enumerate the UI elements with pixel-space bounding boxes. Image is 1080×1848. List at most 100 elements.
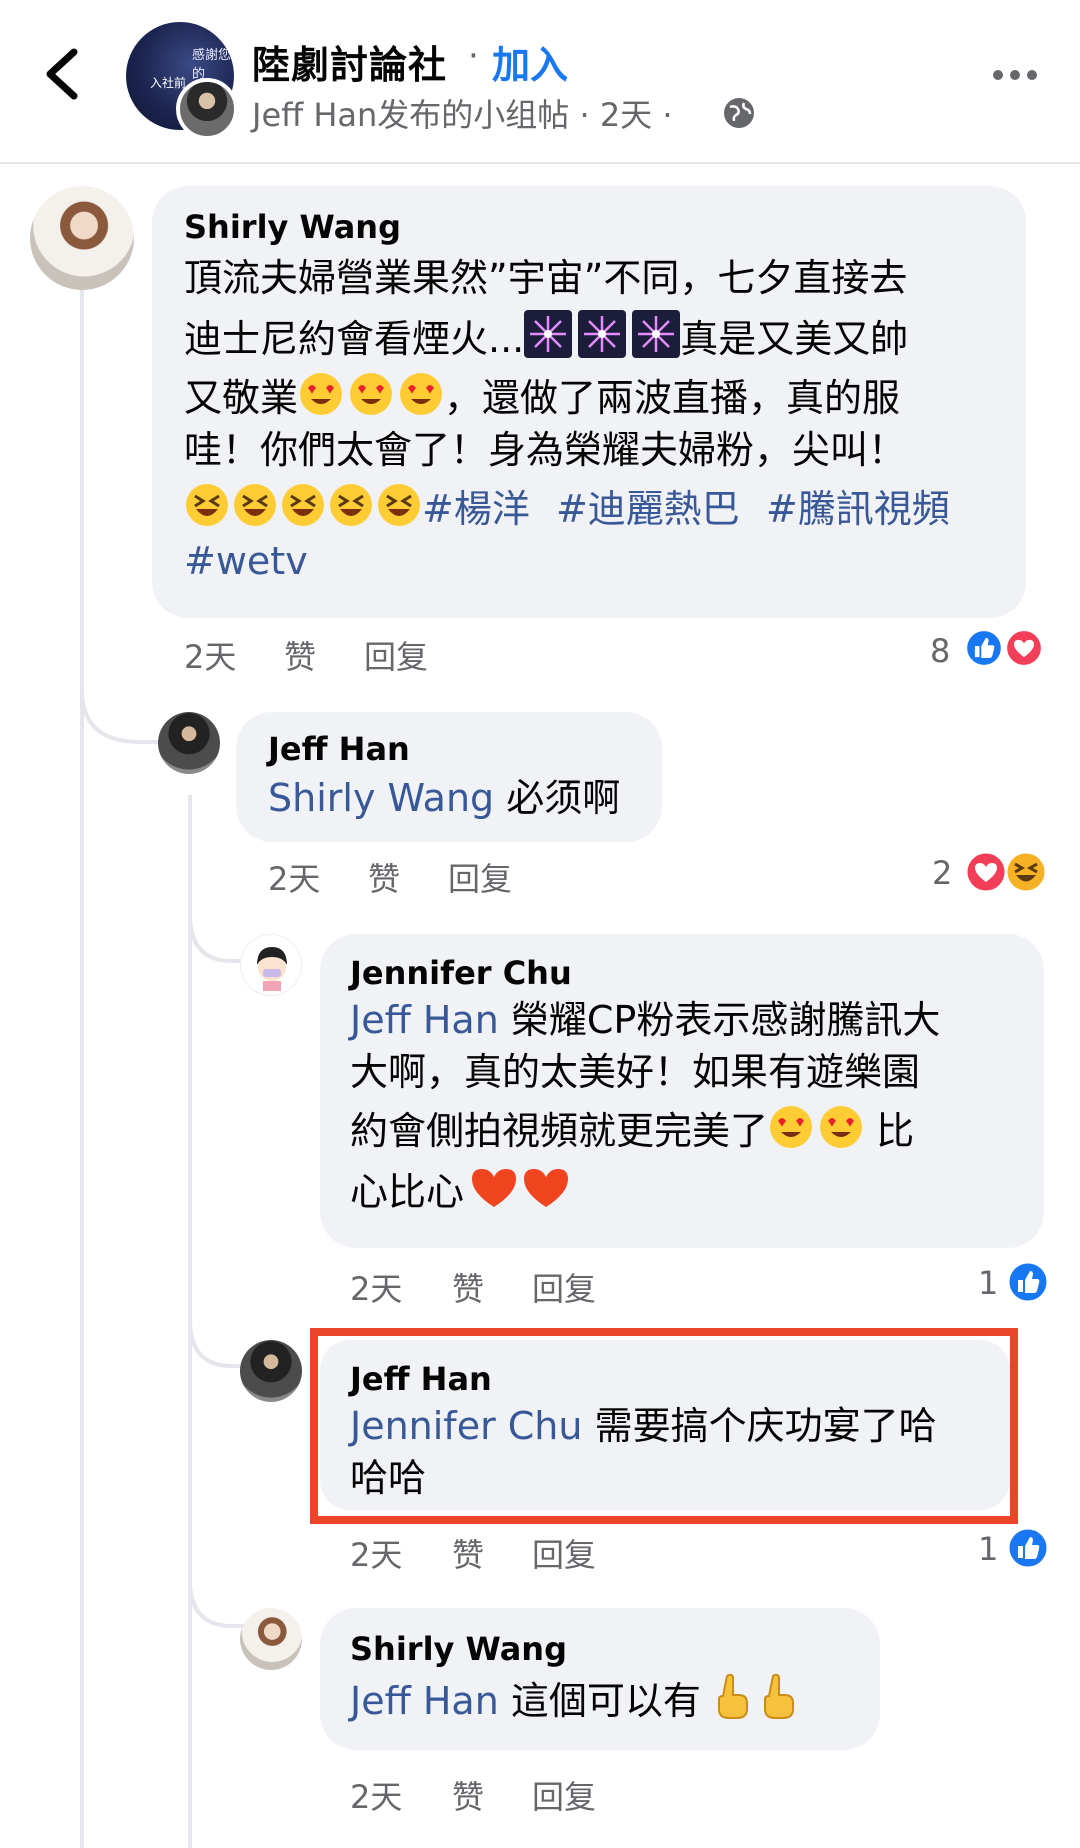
comment-text-segment: 約會側拍視頻就更完美了 [350, 1109, 769, 1153]
thread-connector [188, 915, 246, 963]
fireworks-emoji-icon [632, 310, 681, 358]
like-button[interactable]: 赞 [284, 632, 316, 678]
like-button[interactable]: 赞 [452, 1530, 484, 1576]
pointing-up-emoji-icon [717, 1673, 748, 1719]
like-button[interactable]: 赞 [368, 854, 400, 900]
comment-time: 2天 [350, 1778, 403, 1816]
comment-time: 2天 [350, 1270, 403, 1308]
laughing-emoji-icon [330, 484, 372, 526]
like-icon [1006, 1260, 1050, 1304]
avatar[interactable] [30, 186, 134, 290]
hashtag-link[interactable]: #楊洋 [422, 487, 530, 531]
comment-text: 頂流夫婦營業果然”宇宙”不同，七夕直接去 迪士尼約會看煙火... 真是又美又帥 又… [184, 252, 1014, 587]
mention-link[interactable]: Shirly Wang [268, 776, 494, 820]
comment-text: Jeff Han 這個可以有 [350, 1672, 797, 1727]
comment-bubble: Jennifer Chu Jeff Han 榮耀CP粉表示感謝騰訊大 大啊，真的… [320, 934, 1044, 1248]
comment-text-line: Jeff Han 榮耀CP粉表示感謝騰訊大 [350, 994, 1030, 1046]
group-name[interactable]: 陸劇討論社 [252, 34, 447, 89]
comment-author[interactable]: Jeff Han [268, 730, 410, 768]
love-icon [1004, 628, 1044, 668]
author-avatar[interactable] [176, 78, 238, 140]
more-options-icon[interactable] [990, 60, 1040, 90]
like-button[interactable]: 赞 [452, 1772, 484, 1818]
comment-time: 2天 [268, 860, 321, 898]
comment-bubble: Shirly Wang Jeff Han 這個可以有 [320, 1608, 880, 1750]
post-header: 感謝您的 入社前 陸劇討論社 · 加入 Jeff Han发布的小组帖 · 2天 … [0, 0, 1080, 164]
comment-author[interactable]: Jennifer Chu [350, 954, 572, 992]
group-avatar-text: 感謝您的 [192, 48, 232, 82]
reaction-count[interactable]: 2 [932, 854, 952, 892]
laughing-emoji-icon [234, 484, 276, 526]
comment-bubble: Shirly Wang 頂流夫婦營業果然”宇宙”不同，七夕直接去 迪士尼約會看煙… [152, 186, 1026, 618]
hashtag-link[interactable]: #wetv [184, 539, 308, 583]
comment-author[interactable]: Shirly Wang [350, 1630, 567, 1668]
reply-button[interactable]: 回复 [532, 1530, 596, 1576]
hashtag-link[interactable]: #迪麗熱巴 [556, 487, 740, 531]
comment-text: Jeff Han 榮耀CP粉表示感謝騰訊大 大啊，真的太美好！如果有遊樂園 約會… [350, 994, 1030, 1218]
comment-text-line: #楊洋 #迪麗熱巴 #騰訊視頻 [184, 482, 1014, 535]
comment-author[interactable]: Shirly Wang [184, 208, 401, 246]
cartoon-avatar-icon [257, 947, 287, 991]
reply-button[interactable]: 回复 [532, 1772, 596, 1818]
comment-text-segment: 比 [864, 1109, 915, 1153]
avatar[interactable] [240, 1608, 302, 1670]
comment-text-line: #wetv [184, 535, 1014, 587]
like-button[interactable]: 赞 [452, 1264, 484, 1310]
reaction-count[interactable]: 1 [978, 1530, 998, 1568]
avatar[interactable] [158, 712, 220, 774]
comment-text-line: 心比心 [350, 1165, 1030, 1218]
group-avatar-text: 入社前 [150, 76, 187, 90]
comment-text: Shirly Wang 必须啊 [268, 772, 620, 824]
comment-text-line: 大啊，真的太美好！如果有遊樂園 [350, 1050, 921, 1094]
comment-bubble: Jeff Han Shirly Wang 必须啊 [236, 712, 662, 842]
thread-connector [188, 1320, 246, 1368]
comment-text-segment: 心比心 [350, 1170, 465, 1214]
join-group-link[interactable]: 加入 [492, 34, 568, 89]
heart-eyes-emoji-icon [820, 1106, 863, 1148]
comment-text-line: 又敬業 ，還做了兩波直播，真的服 [184, 371, 1014, 424]
avatar[interactable] [240, 1340, 302, 1402]
laughing-emoji-icon [378, 484, 420, 526]
fireworks-emoji-icon [578, 310, 627, 358]
globe-icon [724, 98, 754, 128]
comment-time: 2天 [184, 638, 237, 676]
reply-button[interactable]: 回复 [448, 854, 512, 900]
reply-button[interactable]: 回复 [364, 632, 428, 678]
mention-link[interactable]: Jeff Han [350, 1679, 499, 1723]
avatar[interactable] [240, 934, 302, 996]
thread-connector [80, 690, 168, 744]
comment-text-segment: 又敬業 [184, 376, 299, 420]
comment-text-segment: 迪士尼約會看煙火... [184, 317, 525, 361]
hashtag-link[interactable]: #騰訊視頻 [766, 487, 950, 531]
thread-connector [188, 1580, 246, 1628]
comment-text-line: 頂流夫婦營業果然”宇宙”不同，七夕直接去 [184, 256, 908, 300]
heart-emoji-icon [472, 1169, 517, 1207]
reply-button[interactable]: 回复 [532, 1264, 596, 1310]
laughing-emoji-icon [282, 484, 324, 526]
heart-emoji-icon [524, 1169, 569, 1207]
thread-line [80, 270, 84, 1848]
comment-text-segment: 真是又美又帥 [680, 317, 909, 361]
haha-icon [1004, 850, 1048, 894]
mention-link[interactable]: Jeff Han [350, 998, 499, 1042]
love-icon [964, 850, 1008, 894]
comment-text-segment: ，還做了兩波直播，真的服 [444, 376, 901, 420]
comment-time: 2天 [350, 1536, 403, 1574]
comment-text-segment: 這個可以有 [498, 1679, 701, 1723]
laughing-emoji-icon [186, 484, 228, 526]
back-arrow-icon[interactable] [40, 44, 90, 104]
heart-eyes-emoji-icon [770, 1106, 813, 1148]
pointing-up-emoji-icon [763, 1673, 794, 1719]
heart-eyes-emoji-icon [350, 373, 393, 415]
highlight-box [310, 1328, 1018, 1524]
post-meta: Jeff Han发布的小组帖 · 2天 · [252, 96, 673, 134]
like-icon [964, 628, 1004, 668]
separator-dot: · [468, 36, 479, 76]
comment-text-line: 約會側拍視頻就更完美了 比 [350, 1104, 1030, 1157]
reaction-count[interactable]: 1 [978, 1264, 998, 1302]
comment-text-line: 哇！你們太會了！身為榮耀夫婦粉，尖叫！ [184, 428, 907, 472]
comment-text-segment: 榮耀CP粉表示感謝騰訊大 [498, 998, 941, 1042]
heart-eyes-emoji-icon [300, 373, 343, 415]
heart-eyes-emoji-icon [400, 373, 443, 415]
reaction-count[interactable]: 8 [930, 632, 950, 670]
